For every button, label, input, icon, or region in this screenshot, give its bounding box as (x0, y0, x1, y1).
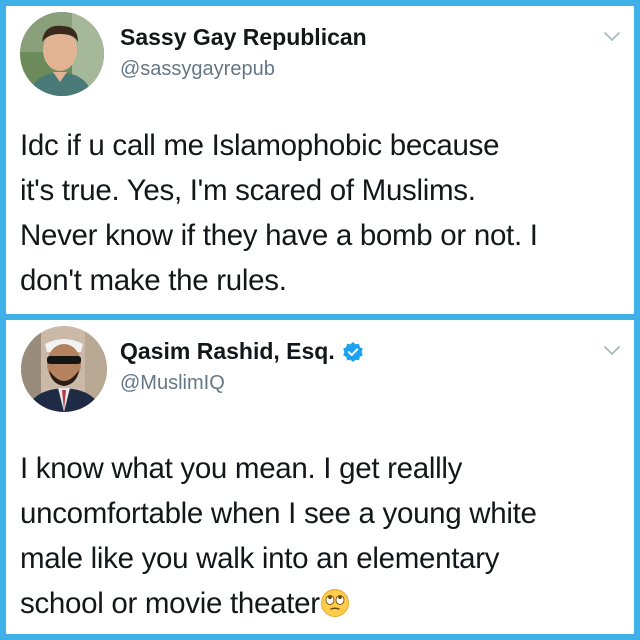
tweet-text-line: don't make the rules. (20, 264, 287, 297)
handle[interactable]: @sassygayrepub (120, 58, 275, 81)
tweet-text: I know what you mean. I get reallly unco… (20, 446, 624, 626)
profile-photo (20, 12, 104, 96)
display-name[interactable]: Sassy Gay Republican (120, 24, 367, 51)
tweet-card-muslimiq[interactable]: Qasim Rashid, Esq. @MuslimIQ I know what… (6, 320, 634, 634)
tweet-text-line: Idc if u call me Islamophobic because (20, 129, 500, 162)
chevron-down-icon[interactable] (602, 26, 622, 46)
tweet-text-line: school or movie theater (20, 587, 320, 620)
avatar[interactable] (21, 326, 107, 412)
display-name[interactable]: Qasim Rashid, Esq. (120, 338, 335, 365)
handle[interactable]: @MuslimIQ (120, 372, 225, 395)
chevron-down-icon[interactable] (602, 340, 622, 360)
face-with-rolling-eyes-icon (320, 588, 350, 618)
verified-badge-icon (342, 341, 364, 363)
tweet-text-last-line: school or movie theater (20, 581, 624, 626)
avatar[interactable] (20, 12, 104, 96)
author-name-row[interactable]: Qasim Rashid, Esq. (120, 338, 364, 365)
profile-photo (21, 326, 107, 412)
tweet-text: Idc if u call me Islamophobic because it… (20, 123, 624, 303)
tweet-text-line: Never know if they have a bomb or not. I (20, 219, 538, 252)
tweet-text-line: male like you walk into an elementary (20, 542, 500, 575)
tweet-text-line: uncomfortable when I see a young white (20, 497, 537, 530)
tweet-text-line: it's true. Yes, I'm scared of Muslims. (20, 174, 476, 207)
tweet-card-sassygayrepub[interactable]: Sassy Gay Republican @sassygayrepub Idc … (6, 6, 634, 314)
author-name-row[interactable]: Sassy Gay Republican (120, 24, 367, 51)
tweet-text-line: I know what you mean. I get reallly (20, 452, 463, 485)
